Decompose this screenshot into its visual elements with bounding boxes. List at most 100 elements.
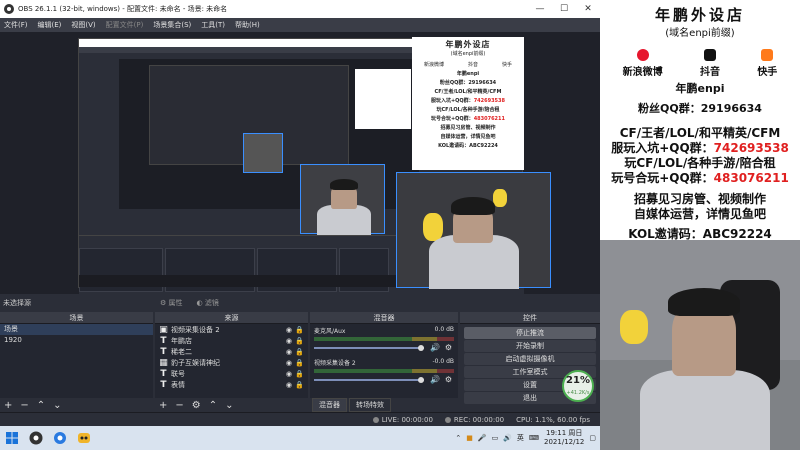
visibility-eye-icon[interactable]: ◉ xyxy=(286,381,292,389)
cpu-fps: CPU: 1.1%, 60.00 fps xyxy=(516,415,590,424)
source-item[interactable]: T 表情 ◉ 🔒 xyxy=(155,379,308,390)
mixer-header: 混音器 xyxy=(310,312,458,324)
source-status-line: 未选择源 ⚙ 属性 ◐ 滤镜 xyxy=(0,296,600,310)
microphone-icon[interactable]: 🎤 xyxy=(478,434,487,442)
volume-icon[interactable]: 🔊 xyxy=(503,434,512,442)
filters-button[interactable]: ◐ 滤镜 xyxy=(197,298,219,308)
camera-preview-small xyxy=(300,164,385,235)
no-source-selected: 未选择源 xyxy=(3,299,31,307)
volume-slider-handle[interactable] xyxy=(418,377,424,383)
ime-indicator[interactable]: 英 xyxy=(517,433,524,443)
social-links: 新浪微博 抖音 快手 xyxy=(600,49,800,78)
notification-icon[interactable]: ▢ xyxy=(589,434,596,442)
text-icon: T xyxy=(160,346,167,357)
live-dot-icon xyxy=(372,416,379,423)
menu-view[interactable]: 视图(V) xyxy=(71,20,95,30)
overlay-line: 自媒体运营，详情见鱼吧 xyxy=(633,207,766,221)
speaker-icon[interactable]: 🔊 xyxy=(430,375,440,384)
text-icon: T xyxy=(160,335,167,346)
menu-profile[interactable]: 配置文件(P) xyxy=(106,20,144,30)
rec-dot-icon xyxy=(444,416,451,423)
source-item[interactable]: T 年鹏店 ◉ 🔒 xyxy=(155,335,308,346)
tray-app-icon[interactable]: ■ xyxy=(466,434,473,442)
scene-item[interactable]: 1920 xyxy=(0,335,153,346)
camera-icon: ▣ xyxy=(159,324,168,335)
visibility-eye-icon[interactable]: ◉ xyxy=(286,370,292,378)
start-virtual-camera-button[interactable]: 启动虚拟摄像机 xyxy=(464,353,596,365)
move-down-icon[interactable]: ⌄ xyxy=(225,400,233,411)
close-button[interactable]: ✕ xyxy=(576,0,600,18)
stream-overlay-panel: 年鹏外设店 (域名enpi前缀) 新浪微博 抖音 快手 年鹏enpi 粉丝QQ群… xyxy=(600,0,800,450)
start-recording-button[interactable]: 开始录制 xyxy=(464,340,596,352)
maximize-button[interactable]: ☐ xyxy=(552,0,576,18)
move-up-icon[interactable]: ⌃ xyxy=(37,400,45,411)
source-settings-gear-icon[interactable]: ⚙ xyxy=(192,400,201,411)
lock-icon[interactable]: 🔒 xyxy=(295,337,304,345)
obs-logo-icon xyxy=(4,4,14,14)
lock-icon[interactable]: 🔒 xyxy=(295,370,304,378)
keyboard-icon[interactable]: ⌨ xyxy=(529,434,539,442)
kuaishou-icon xyxy=(761,49,774,61)
gear-icon[interactable]: ⚙ xyxy=(445,375,452,384)
speaker-icon[interactable]: 🔊 xyxy=(430,343,440,352)
volume-slider[interactable] xyxy=(314,379,424,381)
mixer-dock: 混音器 麦克风/Aux 0.0 dB 🔊 ⚙ 视频采集设备 2 -0.0 dB … xyxy=(310,312,458,412)
move-down-icon[interactable]: ⌄ xyxy=(53,400,61,411)
visibility-eye-icon[interactable]: ◉ xyxy=(286,348,292,356)
menu-file[interactable]: 文件(F) xyxy=(4,20,28,30)
overlay-line: 玩CF/LOL/各种手游/陪合租 xyxy=(624,156,776,170)
remove-scene-button[interactable]: − xyxy=(20,400,28,411)
lock-icon[interactable]: 🔒 xyxy=(295,381,304,389)
lock-icon[interactable]: 🔒 xyxy=(295,359,304,367)
move-up-icon[interactable]: ⌃ xyxy=(209,400,217,411)
tab-transitions[interactable]: 转场特效 xyxy=(349,398,391,412)
stop-streaming-button[interactable]: 停止推流 xyxy=(464,327,596,339)
lock-icon[interactable]: 🔒 xyxy=(295,326,304,334)
source-item[interactable]: T 稀老二 ◉ 🔒 xyxy=(155,346,308,357)
windows-start-icon[interactable] xyxy=(0,426,24,450)
douyin-icon xyxy=(703,49,716,61)
obs-taskbar-icon[interactable] xyxy=(24,426,48,450)
overlay-line: CF/王者/LOL/和平精英/CFM xyxy=(619,126,781,140)
overlay-line: 玩号合玩+QQ群：483076211 xyxy=(611,171,789,185)
browser-taskbar-icon[interactable] xyxy=(48,426,72,450)
audio-meter xyxy=(314,337,454,341)
mixer-channels: 麦克风/Aux 0.0 dB 🔊 ⚙ 视频采集设备 2 -0.0 dB 🔊 ⚙ xyxy=(310,324,458,398)
volume-slider[interactable] xyxy=(314,347,424,349)
overlay-subtitle: (域名enpi前缀) xyxy=(665,28,735,39)
volume-slider-handle[interactable] xyxy=(418,345,424,351)
scenes-dock: 场景 场景 1920 + − ⌃ ⌄ xyxy=(0,312,153,412)
tab-mixer[interactable]: 混音器 xyxy=(312,398,347,412)
audio-meter xyxy=(314,369,454,373)
overlay-line: 招募见习房管、视频制作 xyxy=(633,192,766,206)
menu-edit[interactable]: 编辑(E) xyxy=(38,20,62,30)
gear-icon[interactable]: ⚙ xyxy=(445,343,452,352)
webcam-feed xyxy=(600,240,800,450)
visibility-eye-icon[interactable]: ◉ xyxy=(286,359,292,367)
visibility-eye-icon[interactable]: ◉ xyxy=(286,326,292,334)
add-scene-button[interactable]: + xyxy=(4,400,12,411)
sources-dock: 来源 ▣ 视频采集设备 2 ◉ 🔒 T 年鹏店 ◉ 🔒 T 稀老二 ◉ 🔒 ▦ … xyxy=(155,312,308,412)
overlay-handle: 年鹏enpi xyxy=(675,82,725,95)
menu-scene-collection[interactable]: 场景集合(S) xyxy=(153,20,191,30)
menu-tools[interactable]: 工具(T) xyxy=(201,20,225,30)
overlay-title: 年鹏外设店 xyxy=(654,6,745,24)
add-source-button[interactable]: + xyxy=(159,400,167,411)
properties-button[interactable]: ⚙ 属性 xyxy=(160,298,183,308)
source-item[interactable]: T 联号 ◉ 🔒 xyxy=(155,368,308,379)
scene-item[interactable]: 场景 xyxy=(0,324,153,335)
menu-help[interactable]: 帮助(H) xyxy=(235,20,260,30)
rec-indicator: REC: 00:00:00 xyxy=(444,416,504,424)
app-taskbar-icon[interactable] xyxy=(72,426,96,450)
scenes-list: 场景 1920 xyxy=(0,324,153,398)
tray-arrow-icon[interactable]: ⌃ xyxy=(455,434,461,442)
visibility-eye-icon[interactable]: ◉ xyxy=(286,337,292,345)
remove-source-button[interactable]: − xyxy=(175,400,183,411)
source-item[interactable]: ▣ 视频采集设备 2 ◉ 🔒 xyxy=(155,324,308,335)
camera-source-preview[interactable] xyxy=(396,172,551,289)
minimize-button[interactable]: — xyxy=(528,0,552,18)
network-icon[interactable]: ▭ xyxy=(492,434,499,442)
clock[interactable]: 19:11 周日 2021/12/12 xyxy=(544,429,584,447)
source-item[interactable]: ▦ 豹子互娱请神纪 ◉ 🔒 xyxy=(155,357,308,368)
lock-icon[interactable]: 🔒 xyxy=(295,348,304,356)
